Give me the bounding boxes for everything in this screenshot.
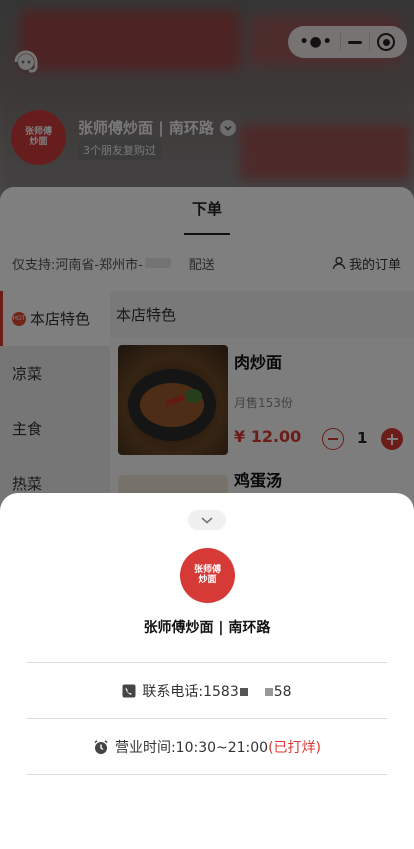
phone-icon (122, 684, 136, 698)
chevron-down-icon (201, 517, 213, 524)
alarm-clock-icon (94, 740, 108, 754)
divider (27, 774, 387, 775)
sheet-shop-name: 张师傅炒面 | 南环路 (143, 620, 271, 636)
business-hours-row: 营业时间:10:30~21:00(已打烊) (0, 737, 414, 757)
logo-text: 炒面 (198, 574, 217, 585)
phone-label: 联系电话:1583 (142, 684, 239, 700)
closed-status: (已打烊) (268, 740, 322, 756)
divider (27, 718, 387, 719)
masked-digits (264, 688, 273, 696)
divider (27, 662, 387, 663)
logo-text: 张师傅 (193, 564, 221, 575)
shop-info-sheet: 张师傅 炒面 张师傅炒面 | 南环路 联系电话:1583 58 营业时间:10:30… (0, 493, 414, 849)
contact-phone-row[interactable]: 联系电话:1583 58 (0, 681, 414, 701)
collapse-sheet-button[interactable] (188, 510, 226, 530)
masked-digits (239, 688, 248, 696)
phone-tail: 58 (273, 684, 292, 700)
hours-label: 营业时间:10:30~21:00 (114, 740, 269, 756)
shop-logo: 张师傅 炒面 (180, 548, 235, 603)
